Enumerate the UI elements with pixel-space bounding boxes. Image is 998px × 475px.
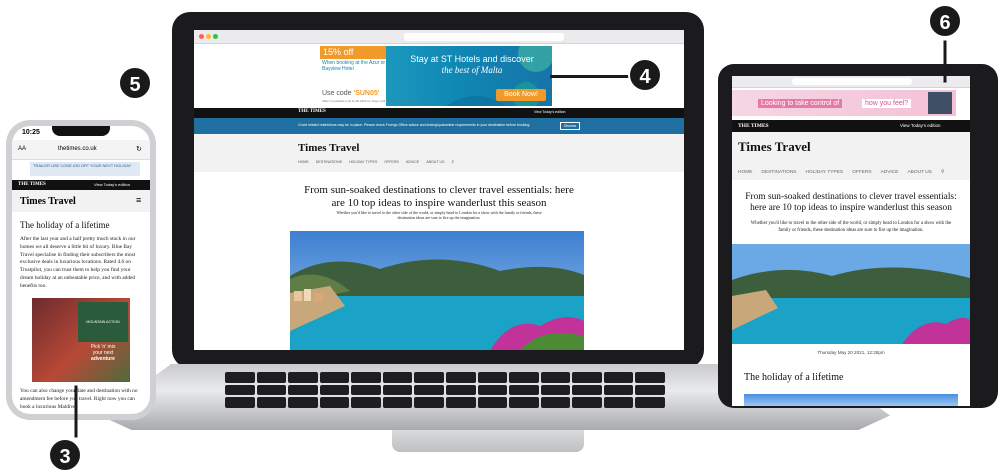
callout-6-badge: 6 — [928, 4, 962, 38]
book-now-button[interactable]: Book Now! — [496, 89, 546, 101]
callout-5-badge: 5 — [118, 66, 152, 100]
url-text[interactable]: thetimes.co.uk — [58, 146, 97, 152]
callout-3-badge: 3 — [48, 438, 82, 472]
phone-masthead: THE TIMES View Today's edition — [12, 180, 150, 190]
ad-brand: MOUNTAIN ACTION — [78, 302, 128, 342]
ad-booking-note: When booking at the Azur or Bayview Hote… — [322, 60, 386, 72]
article-title: The holiday of a lifetime — [744, 372, 844, 383]
nav-home[interactable]: HOME — [738, 170, 752, 175]
nav-about-us[interactable]: ABOUT US — [907, 170, 931, 175]
nav-home[interactable]: HOME — [298, 160, 309, 164]
article-body: After the last year and a half pretty mu… — [20, 236, 136, 289]
article-subhead: Whether you'd like to travel to the othe… — [336, 210, 542, 221]
keyboard — [225, 372, 665, 408]
hotel-ad-banner[interactable]: 15% off When booking at the Azur or Bayv… — [320, 46, 552, 106]
tablet-screen: Looking to take control of how you feel?… — [732, 76, 970, 406]
phone-section-header: Times Travel ≡ — [12, 190, 150, 212]
text-size-button[interactable]: AA — [18, 146, 26, 152]
phone-notch — [52, 126, 110, 136]
phone-url-bar[interactable]: AA thetimes.co.uk ↻ — [12, 140, 150, 160]
covid-notice: Covid related restrictions may be in pla… — [194, 118, 684, 134]
search-icon[interactable]: ⚲ — [452, 160, 455, 164]
section-title[interactable]: Times Travel — [20, 196, 76, 207]
times-logo[interactable]: THE TIMES — [738, 123, 769, 129]
nav-holiday-types[interactable]: HOLIDAY TYPES — [806, 170, 844, 175]
hero-image — [732, 244, 970, 344]
tablet-address-bar[interactable] — [792, 78, 912, 85]
times-logo[interactable]: THE TIMES — [298, 109, 326, 114]
ad-headline: Stay at ST Hotels and discover the best o… — [410, 54, 534, 75]
ad-tagline: Pick 'n' mix your next adventure — [90, 344, 116, 362]
section-title[interactable]: Times Travel — [738, 139, 811, 155]
nav-destinations[interactable]: DESTINATIONS — [316, 160, 342, 164]
ad-person-photo — [928, 92, 952, 114]
article-body-continued: You can also change your date and destin… — [20, 388, 138, 410]
times-masthead: THE TIMES View Today's edition — [194, 108, 684, 118]
publish-date: Thursday May 20 2021, 12:28pm — [817, 350, 885, 355]
ad-fine-print: Offer is bookable until 11.06.2021 for s… — [322, 99, 419, 103]
callout-6-pointer — [943, 40, 947, 83]
nav-advice[interactable]: ADVICE — [406, 160, 419, 164]
nav-offers[interactable]: OFFERS — [384, 160, 399, 164]
zoom-dot-icon[interactable] — [213, 34, 218, 39]
covid-notice-text: Covid related restrictions may be in pla… — [298, 123, 531, 127]
tablet-toolbar — [732, 76, 970, 88]
hero-image — [290, 231, 584, 350]
tablet-masthead: THE TIMES View Today's edition — [732, 120, 970, 132]
article-image — [744, 394, 958, 406]
status-time: 10:25 — [22, 129, 40, 136]
menu-icon[interactable]: ≡ — [136, 195, 141, 205]
nav-holiday-types[interactable]: HOLIDAY TYPES — [349, 160, 377, 164]
section-title[interactable]: Times Travel — [298, 142, 359, 154]
reload-icon[interactable]: ↻ — [136, 145, 142, 153]
article-headline: From sun-soaked destinations to clever t… — [304, 184, 574, 210]
ad-discount: 15% off — [320, 46, 386, 59]
phone-screen: 10:25 AA thetimes.co.uk ↻ TRAILER USE CO… — [12, 126, 150, 414]
section-nav: HOME DESTINATIONS HOLIDAY TYPES OFFERS A… — [298, 160, 454, 164]
adventure-ad[interactable]: MOUNTAIN ACTION Pick 'n' mix your next adv… — [32, 298, 130, 382]
trackpad — [392, 430, 584, 452]
article-headline: From sun-soaked destinations to clever t… — [745, 192, 957, 214]
nav-destinations[interactable]: DESTINATIONS — [761, 170, 796, 175]
nav-about-us[interactable]: ABOUT US — [426, 160, 444, 164]
ad-highlight: how you feel? — [862, 99, 912, 108]
laptop-screen: 15% off When booking at the Azur or Bayv… — [194, 30, 684, 350]
todays-edition-link[interactable]: View Today's edition — [94, 182, 130, 187]
ad-prompt: Looking to take control of — [758, 99, 843, 108]
callout-4-pointer — [550, 75, 630, 78]
minimize-dot-icon[interactable] — [206, 34, 211, 39]
close-dot-icon[interactable] — [199, 34, 204, 39]
ad-promo-code: Use code 'SUN05' — [322, 90, 380, 97]
times-logo[interactable]: THE TIMES — [18, 182, 46, 187]
nav-advice[interactable]: ADVICE — [881, 170, 899, 175]
search-icon[interactable]: ⚲ — [941, 170, 945, 175]
callout-4-badge: 4 — [628, 58, 662, 92]
tablet-nav: HOME DESTINATIONS HOLIDAY TYPES OFFERS A… — [738, 170, 944, 175]
dismiss-button[interactable]: Dismiss — [560, 122, 581, 130]
todays-edition-link[interactable]: View Today's edition — [534, 110, 565, 114]
browser-toolbar — [194, 30, 684, 44]
wellbeing-ad-banner[interactable]: Looking to take control of how you feel? — [732, 90, 956, 116]
address-bar[interactable] — [404, 33, 564, 41]
phone-ad-banner[interactable]: TRAILER USE CODE £30 OFF YOUR NEXT HOLID… — [30, 162, 140, 176]
section-header — [194, 134, 684, 172]
todays-edition-link[interactable]: View Today's edition — [900, 123, 940, 128]
article-title: The holiday of a lifetime — [20, 220, 110, 230]
article-subhead: Whether you'd like to travel to the othe… — [750, 221, 952, 233]
callout-3-pointer — [74, 385, 78, 438]
nav-offers[interactable]: OFFERS — [852, 170, 871, 175]
